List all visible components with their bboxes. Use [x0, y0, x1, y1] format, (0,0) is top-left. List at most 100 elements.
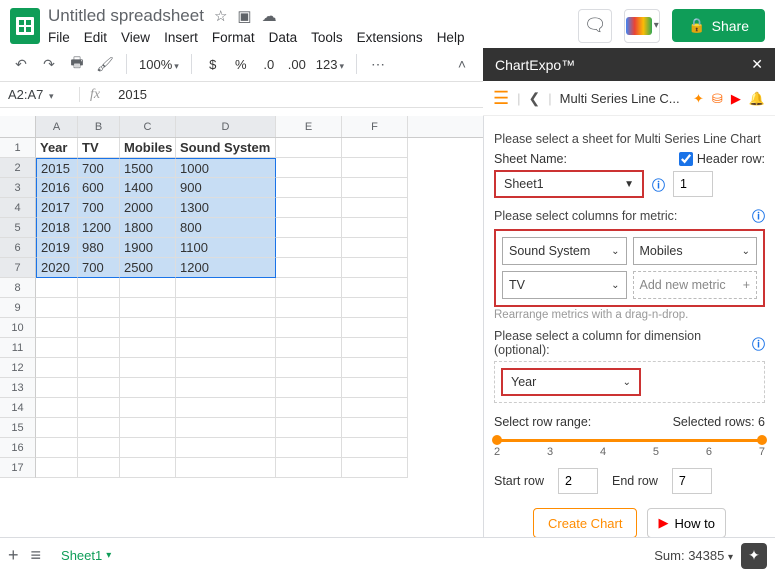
- row-header[interactable]: 10: [0, 318, 36, 338]
- row-header[interactable]: 4: [0, 198, 36, 218]
- increase-decimal-button[interactable]: .00: [284, 51, 310, 77]
- cell[interactable]: [176, 458, 276, 478]
- cell[interactable]: 980: [78, 238, 120, 258]
- currency-button[interactable]: $: [200, 51, 226, 77]
- sum-display[interactable]: Sum: 34385 ▾: [654, 548, 733, 563]
- cell[interactable]: Sound System: [176, 138, 276, 158]
- row-header[interactable]: 6: [0, 238, 36, 258]
- create-chart-button[interactable]: Create Chart: [533, 508, 637, 537]
- cell[interactable]: [342, 438, 408, 458]
- explore-button[interactable]: ✦: [741, 543, 767, 569]
- end-row-input[interactable]: [672, 468, 712, 494]
- menu-edit[interactable]: Edit: [84, 30, 107, 45]
- cell[interactable]: [276, 418, 342, 438]
- magic-icon[interactable]: ✦: [693, 91, 704, 107]
- meet-button[interactable]: ▾: [624, 9, 660, 43]
- menu-help[interactable]: Help: [437, 30, 465, 45]
- cell[interactable]: Year: [36, 138, 78, 158]
- cell[interactable]: [176, 358, 276, 378]
- cell[interactable]: [342, 358, 408, 378]
- data-icon[interactable]: ⛁: [712, 91, 723, 107]
- cell[interactable]: [342, 398, 408, 418]
- cell[interactable]: [36, 458, 78, 478]
- doc-title[interactable]: Untitled spreadsheet: [48, 6, 204, 26]
- row-header[interactable]: 7: [0, 258, 36, 278]
- col-header-B[interactable]: B: [78, 116, 120, 137]
- cell[interactable]: [276, 318, 342, 338]
- menu-view[interactable]: View: [121, 30, 150, 45]
- cell[interactable]: 2018: [36, 218, 78, 238]
- cell[interactable]: [78, 438, 120, 458]
- add-metric-button[interactable]: Add new metric+: [633, 271, 758, 299]
- row-header[interactable]: 14: [0, 398, 36, 418]
- cell[interactable]: 700: [78, 258, 120, 278]
- cell[interactable]: [176, 338, 276, 358]
- cell[interactable]: [342, 458, 408, 478]
- comments-icon[interactable]: 🗨: [578, 9, 612, 43]
- header-row-checkbox[interactable]: [679, 152, 693, 166]
- cell[interactable]: [176, 278, 276, 298]
- dimension-select[interactable]: Year⌄: [501, 368, 641, 396]
- cell[interactable]: [120, 338, 176, 358]
- cell[interactable]: 2019: [36, 238, 78, 258]
- cell[interactable]: [78, 358, 120, 378]
- cell[interactable]: 1500: [120, 158, 176, 178]
- cell[interactable]: [120, 398, 176, 418]
- cell[interactable]: [36, 358, 78, 378]
- select-all-cell[interactable]: [0, 116, 36, 137]
- cell[interactable]: 600: [78, 178, 120, 198]
- row-header[interactable]: 5: [0, 218, 36, 238]
- move-icon[interactable]: ▣: [237, 7, 251, 25]
- cell[interactable]: [276, 198, 342, 218]
- menu-tools[interactable]: Tools: [311, 30, 343, 45]
- cell[interactable]: [342, 258, 408, 278]
- youtube-icon[interactable]: ▶: [731, 91, 741, 107]
- cell[interactable]: [120, 418, 176, 438]
- cell[interactable]: [78, 458, 120, 478]
- cell[interactable]: [342, 158, 408, 178]
- cell[interactable]: 1200: [176, 258, 276, 278]
- col-header-A[interactable]: A: [36, 116, 78, 137]
- row-header[interactable]: 13: [0, 378, 36, 398]
- redo-icon[interactable]: ↷: [36, 51, 62, 77]
- cell[interactable]: 1400: [120, 178, 176, 198]
- cell[interactable]: [342, 218, 408, 238]
- menu-file[interactable]: File: [48, 30, 70, 45]
- cell[interactable]: 1800: [120, 218, 176, 238]
- cell[interactable]: 700: [78, 158, 120, 178]
- cell[interactable]: [78, 278, 120, 298]
- col-header-E[interactable]: E: [276, 116, 342, 137]
- info-icon[interactable]: ⓘ: [752, 206, 765, 225]
- share-button[interactable]: 🔒Share: [672, 9, 765, 42]
- paint-format-icon[interactable]: 🖌: [92, 51, 118, 77]
- cell[interactable]: [276, 178, 342, 198]
- cell[interactable]: [276, 158, 342, 178]
- row-header[interactable]: 17: [0, 458, 36, 478]
- cell[interactable]: [276, 278, 342, 298]
- row-range-slider[interactable]: 2 3 4 5 6 7: [494, 439, 765, 458]
- cell[interactable]: [120, 438, 176, 458]
- col-header-F[interactable]: F: [342, 116, 408, 137]
- hamburger-icon[interactable]: ☰: [493, 88, 509, 109]
- cell[interactable]: [276, 138, 342, 158]
- cell[interactable]: [276, 378, 342, 398]
- cell[interactable]: [120, 458, 176, 478]
- cell[interactable]: [36, 278, 78, 298]
- cell[interactable]: [342, 418, 408, 438]
- cell[interactable]: [176, 298, 276, 318]
- back-icon[interactable]: ❮: [529, 90, 541, 107]
- cell[interactable]: [78, 338, 120, 358]
- cell[interactable]: [176, 418, 276, 438]
- cloud-icon[interactable]: ☁: [262, 7, 277, 25]
- cell[interactable]: [176, 398, 276, 418]
- row-header[interactable]: 1: [0, 138, 36, 158]
- cell[interactable]: [276, 358, 342, 378]
- cell[interactable]: [176, 378, 276, 398]
- cell[interactable]: [342, 238, 408, 258]
- percent-button[interactable]: %: [228, 51, 254, 77]
- cell[interactable]: [176, 318, 276, 338]
- cell[interactable]: [78, 398, 120, 418]
- col-header-D[interactable]: D: [176, 116, 276, 137]
- cell[interactable]: 1100: [176, 238, 276, 258]
- header-row-input[interactable]: [673, 171, 713, 197]
